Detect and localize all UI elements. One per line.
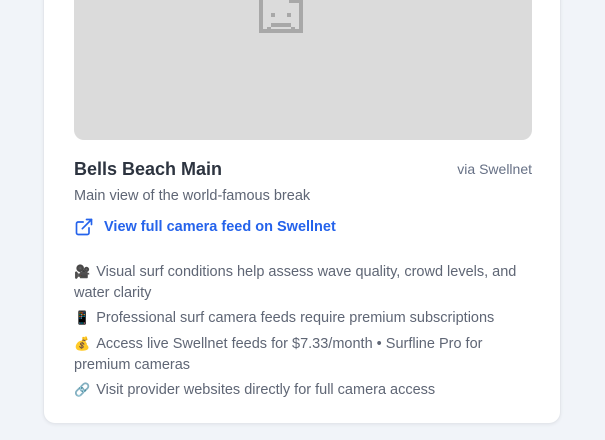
external-link-icon xyxy=(75,218,93,236)
money-bag-icon: 💰 xyxy=(74,337,91,352)
note-text: Visual surf conditions help assess wave … xyxy=(74,264,517,301)
camera-name: Bells Beach Main xyxy=(74,159,223,179)
note-text: Access live Swellnet feeds for $7.33/mon… xyxy=(74,336,483,373)
camera-image-placeholder xyxy=(74,0,532,140)
video-camera-icon: 🎥 xyxy=(74,265,91,280)
camera-description: Main view of the world-famous break xyxy=(74,188,311,204)
camera-feed-link-label: View full camera feed on Swellnet xyxy=(104,219,336,235)
note-item: 🎥 Visual surf conditions help assess wave… xyxy=(74,262,532,303)
camera-provider: via Swellnet xyxy=(457,161,532,177)
camera-feed-link[interactable]: View full camera feed on Swellnet xyxy=(74,216,336,238)
note-text: Professional surf camera feeds require p… xyxy=(96,310,495,326)
mobile-phone-icon: 📱 xyxy=(74,311,91,326)
camera-notes-list: 🎥 Visual surf conditions help assess wave… xyxy=(74,262,532,406)
camera-title-row: Bells Beach Main via Swellnet xyxy=(74,157,532,181)
note-item: 📱 Professional surf camera feeds require … xyxy=(74,308,532,329)
note-text: Visit provider websites directly for ful… xyxy=(96,382,436,398)
broken-image-icon xyxy=(259,0,303,33)
surf-camera-card: Bells Beach Main via Swellnet Main view … xyxy=(43,0,561,424)
note-item: 🔗 Visit provider websites directly for fu… xyxy=(74,380,532,401)
note-item: 💰 Access live Swellnet feeds for $7.33/mo… xyxy=(74,334,532,375)
link-icon: 🔗 xyxy=(74,383,91,398)
